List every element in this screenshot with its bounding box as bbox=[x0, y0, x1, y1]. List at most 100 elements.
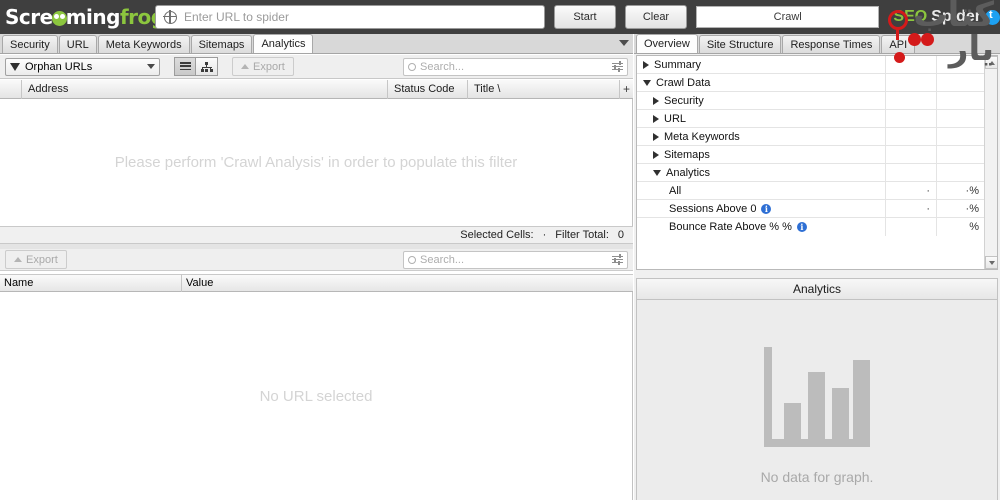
tree-value-a: · bbox=[886, 181, 937, 200]
clear-button[interactable]: Clear bbox=[624, 5, 687, 29]
chart-axis-horizontal bbox=[764, 438, 870, 447]
column-header-address[interactable]: Address bbox=[22, 79, 388, 99]
tree-node-security[interactable]: Security bbox=[637, 91, 886, 110]
tree-node-analytics[interactable]: Analytics bbox=[637, 163, 886, 182]
search-input-wrap[interactable]: Search... bbox=[403, 57, 628, 76]
tree-node-meta-keywords[interactable]: Meta Keywords bbox=[637, 127, 886, 146]
tab-meta-keywords[interactable]: Meta Keywords bbox=[97, 35, 190, 53]
lower-export-label: Export bbox=[26, 253, 58, 266]
chart-bar-2 bbox=[808, 371, 825, 439]
filter-dropdown[interactable]: Orphan URLs bbox=[5, 57, 160, 76]
tree-row[interactable]: URL bbox=[637, 109, 997, 128]
sliders-icon[interactable] bbox=[612, 254, 623, 265]
frog-icon bbox=[51, 11, 67, 26]
tab-security[interactable]: Security bbox=[2, 35, 58, 53]
start-button[interactable]: Start bbox=[553, 5, 616, 29]
tree-row[interactable]: Summary bbox=[637, 56, 997, 74]
tree-node-summary[interactable]: Summary bbox=[637, 56, 886, 74]
main-table-header: Address Status Code Title \ + bbox=[0, 79, 633, 99]
chevron-right-icon[interactable] bbox=[653, 132, 659, 141]
chevron-down-icon[interactable] bbox=[619, 40, 629, 46]
tree-node-label: Security bbox=[664, 94, 704, 107]
overview-tree-scrollbar[interactable] bbox=[984, 56, 997, 269]
list-view-icon bbox=[179, 62, 191, 71]
search-input[interactable]: Search... bbox=[420, 61, 612, 73]
chevron-down-icon bbox=[147, 64, 155, 69]
tab-analytics[interactable]: Analytics bbox=[253, 34, 314, 53]
chevron-right-icon[interactable] bbox=[653, 96, 659, 105]
logo-text-2: ming bbox=[65, 5, 121, 29]
tab-url[interactable]: URL bbox=[58, 35, 97, 53]
filter-toolbar: Orphan URLs Export Search... bbox=[0, 55, 633, 79]
selected-cells-value: · bbox=[542, 229, 547, 241]
tree-node-all[interactable]: All bbox=[637, 181, 886, 200]
list-view-button[interactable] bbox=[174, 57, 196, 76]
scroll-up-button[interactable] bbox=[985, 56, 997, 69]
overview-tree[interactable]: Summary Crawl Data Security URL Meta Key… bbox=[636, 55, 998, 270]
chevron-up-icon bbox=[988, 60, 995, 65]
tree-value-a bbox=[886, 145, 937, 164]
chevron-down-icon[interactable] bbox=[653, 169, 661, 176]
main-table-status-bar: Selected Cells: · Filter Total: 0 bbox=[0, 226, 633, 244]
tree-node-label: Summary bbox=[654, 58, 702, 71]
chart-bar-1 bbox=[784, 402, 801, 439]
tree-row[interactable]: All · ·% bbox=[637, 181, 997, 200]
lower-table-body: No URL selected bbox=[0, 292, 633, 500]
column-header-title[interactable]: Title \ bbox=[468, 79, 620, 99]
tree-row[interactable]: Analytics bbox=[637, 163, 997, 182]
tree-row[interactable]: Security bbox=[637, 91, 997, 110]
tree-node-sessions-above-0[interactable]: Sessions Above 0 i bbox=[637, 199, 886, 218]
chevron-down-icon bbox=[988, 260, 995, 265]
url-input[interactable]: Enter URL to spider bbox=[184, 10, 289, 24]
top-toolbar: Scre mingfrog Enter URL to spider Start C… bbox=[0, 0, 1000, 34]
main-table-empty-message: Please perform 'Crawl Analysis' in order… bbox=[114, 154, 518, 171]
filter-total-value: 0 bbox=[617, 229, 624, 241]
tree-node-crawl-data[interactable]: Crawl Data bbox=[637, 73, 886, 92]
tree-row[interactable]: Sessions Above 0 i · ·% bbox=[637, 199, 997, 218]
bar-chart-icon bbox=[764, 346, 870, 447]
column-header-value[interactable]: Value bbox=[182, 274, 633, 292]
tab-site-structure[interactable]: Site Structure bbox=[698, 35, 782, 53]
tree-value-b bbox=[937, 110, 985, 128]
tab-api[interactable]: API bbox=[881, 35, 916, 53]
chevron-right-icon[interactable] bbox=[653, 150, 659, 159]
tree-row[interactable]: Bounce Rate Above % % i % bbox=[637, 218, 997, 236]
tree-node-bounce-rate[interactable]: Bounce Rate Above % % i bbox=[637, 218, 886, 236]
info-icon[interactable]: i bbox=[761, 203, 772, 214]
tab-sitemaps[interactable]: Sitemaps bbox=[190, 35, 253, 53]
column-header-name[interactable]: Name bbox=[0, 274, 182, 292]
tree-value-b bbox=[937, 92, 985, 110]
brand-spider-label: Spider bbox=[931, 8, 981, 25]
column-add-button[interactable]: + bbox=[620, 80, 633, 99]
tree-value-a: · bbox=[886, 199, 937, 218]
url-input-wrap[interactable]: Enter URL to spider bbox=[155, 5, 545, 29]
column-header-status-code[interactable]: Status Code bbox=[388, 79, 468, 99]
tree-view-icon bbox=[200, 61, 213, 72]
chevron-right-icon[interactable] bbox=[653, 114, 659, 123]
sliders-icon[interactable] bbox=[612, 61, 623, 72]
right-tab-strip: Overview Site Structure Response Times A… bbox=[634, 34, 1000, 54]
column-header-rownum[interactable] bbox=[0, 79, 22, 99]
tree-node-sitemaps[interactable]: Sitemaps bbox=[637, 145, 886, 164]
selected-cells-label: Selected Cells: bbox=[460, 229, 534, 241]
chevron-right-icon[interactable] bbox=[643, 60, 649, 69]
tab-overview[interactable]: Overview bbox=[636, 34, 698, 53]
tree-node-url[interactable]: URL bbox=[637, 109, 886, 128]
upload-icon bbox=[241, 64, 249, 69]
tree-row[interactable]: Sitemaps bbox=[637, 145, 997, 164]
lower-search-input[interactable]: Search... bbox=[420, 254, 612, 266]
left-tab-strip: Security URL Meta Keywords Sitemaps Anal… bbox=[0, 34, 633, 54]
tree-row[interactable]: Crawl Data bbox=[637, 73, 997, 92]
tree-row[interactable]: Meta Keywords bbox=[637, 127, 997, 146]
tab-response-times[interactable]: Response Times bbox=[782, 35, 881, 53]
info-icon[interactable]: i bbox=[796, 222, 807, 232]
chevron-down-icon[interactable] bbox=[643, 79, 651, 86]
tree-node-label: Meta Keywords bbox=[664, 130, 740, 143]
tree-view-button[interactable] bbox=[196, 57, 218, 76]
twitter-icon[interactable] bbox=[985, 9, 1000, 25]
tree-value-a bbox=[886, 73, 937, 92]
lower-search-input-wrap[interactable]: Search... bbox=[403, 250, 628, 269]
filter-total-label: Filter Total: bbox=[555, 229, 609, 241]
tree-value-a bbox=[886, 163, 937, 182]
scroll-down-button[interactable] bbox=[985, 256, 997, 269]
